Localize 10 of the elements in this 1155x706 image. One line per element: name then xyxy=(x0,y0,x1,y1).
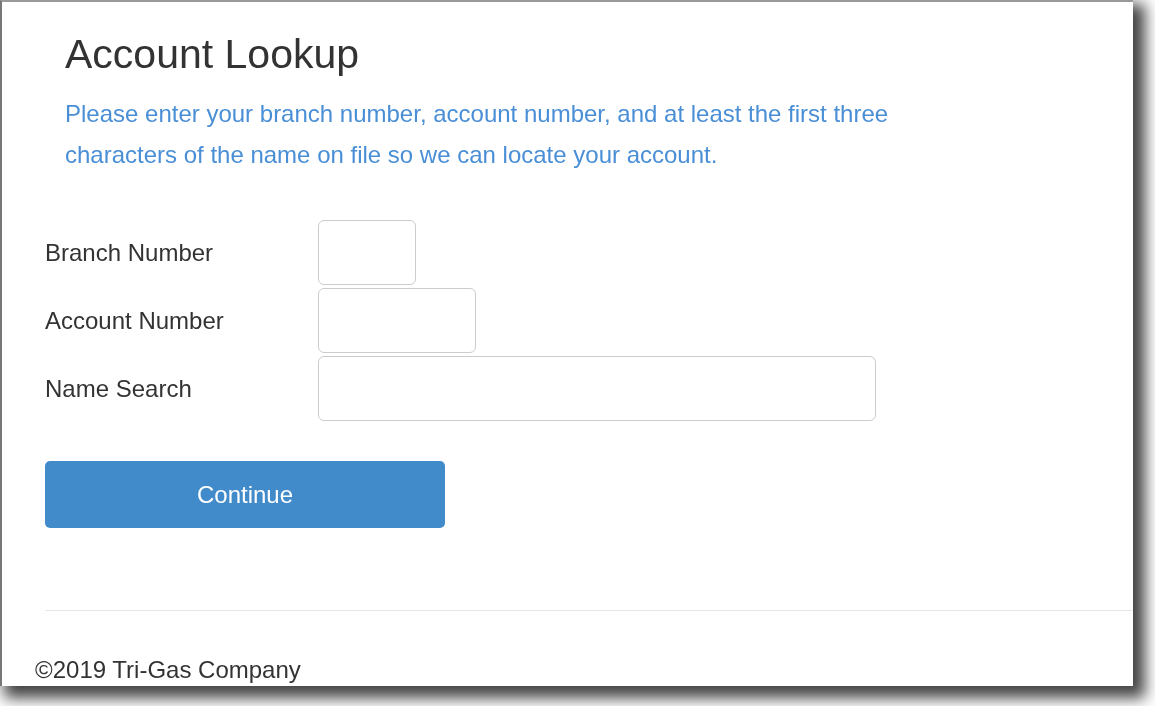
field-label: Name Search xyxy=(45,374,193,403)
copyright-text: ©2019 Tri-Gas Company xyxy=(35,656,302,684)
input-field[interactable] xyxy=(318,356,876,421)
input-field[interactable] xyxy=(318,288,476,353)
input-field[interactable] xyxy=(318,220,416,285)
field-label: Account Number xyxy=(45,306,225,335)
instructions-text: Please enter your branch number, account number, and at least the first three characters of the name on file so we can locate your account. xyxy=(65,99,890,170)
page-title: Account Lookup xyxy=(65,30,361,79)
field-label: Branch Number xyxy=(45,238,215,267)
continue-button[interactable]: Continue xyxy=(45,461,445,528)
